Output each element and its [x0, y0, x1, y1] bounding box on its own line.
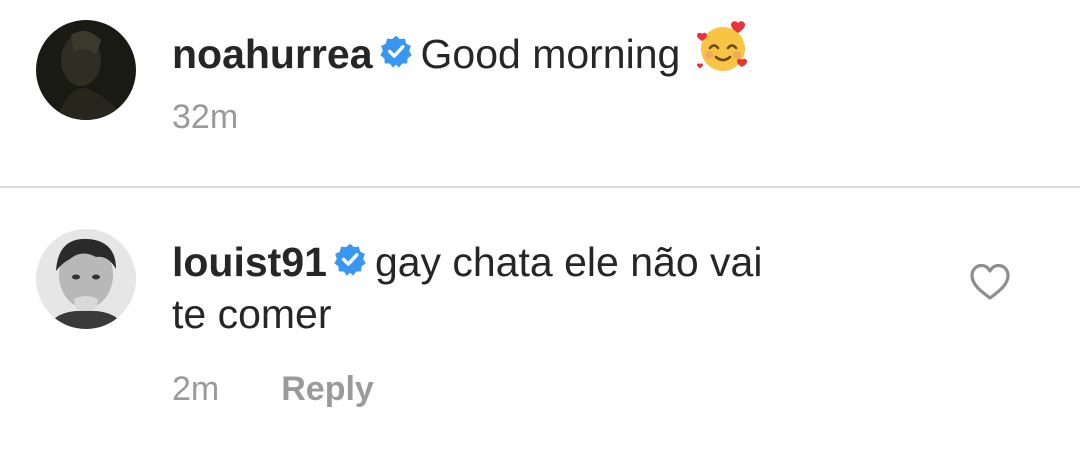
avatar[interactable]: [36, 229, 136, 329]
comment-line: te comer: [172, 290, 332, 338]
reply-button[interactable]: Reply: [281, 370, 374, 408]
comment-meta: 32m: [172, 98, 238, 137]
heart-outline-icon[interactable]: [968, 262, 1012, 307]
avatar[interactable]: [36, 20, 136, 120]
timestamp: 32m: [172, 98, 239, 136]
comment-meta: 2m Reply: [172, 370, 374, 409]
comment-text-line-1: gay chata ele não vai: [374, 239, 763, 285]
comment-louist91: louist91 gay chata ele não vai te comer 2…: [0, 188, 1080, 463]
username[interactable]: louist91: [172, 239, 327, 285]
verified-badge-icon: [379, 30, 413, 78]
comment-line: louist91 gay chata ele não vai: [172, 238, 762, 289]
comment-line: noahurrea Good morning: [172, 21, 752, 90]
timestamp: 2m: [172, 370, 220, 408]
comment-text-line-2: te comer: [172, 291, 332, 337]
comment-text: Good morning: [420, 30, 681, 77]
comment-noahurrea: noahurrea Good morning 32m: [0, 0, 1080, 186]
verified-badge-icon: [333, 238, 367, 286]
smiling-face-with-hearts-icon: [694, 20, 752, 86]
username[interactable]: noahurrea: [172, 31, 373, 77]
